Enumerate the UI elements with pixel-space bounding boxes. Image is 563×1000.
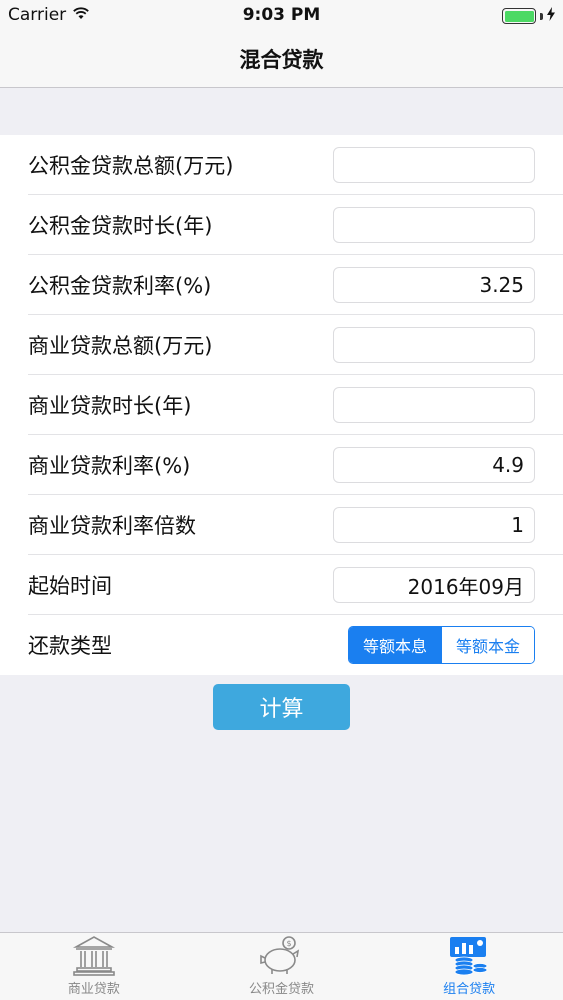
commercial-amount-label: 商业贷款总额(万元) xyxy=(28,334,213,358)
form-row-fund-amount: 公积金贷款总额(万元) xyxy=(0,135,563,195)
coins-chart-icon xyxy=(445,933,493,977)
fund-amount-input[interactable] xyxy=(333,147,535,183)
tab-label-provident-fund-loan: 公积金贷款 xyxy=(249,982,315,997)
tab-provident-fund-loan[interactable]: $ 公积金贷款 xyxy=(188,933,376,1000)
piggy-bank-icon: $ xyxy=(258,933,306,977)
commercial-duration-input[interactable] xyxy=(333,387,535,423)
rate-multiplier-label: 商业贷款利率倍数 xyxy=(28,514,196,538)
battery-icon xyxy=(502,8,536,24)
nav-bar: 混合贷款 xyxy=(0,30,563,88)
fund-rate-label: 公积金贷款利率(%) xyxy=(28,274,212,298)
status-right xyxy=(502,6,555,26)
loan-form: 公积金贷款总额(万元) 公积金贷款时长(年) 公积金贷款利率(%) 商业贷款总额… xyxy=(0,135,563,675)
segment-equal-principal[interactable]: 等额本金 xyxy=(441,627,534,663)
repayment-type-segmented-control: 等额本息 等额本金 xyxy=(348,626,535,664)
start-date-input[interactable] xyxy=(333,567,535,603)
form-row-repayment-type: 还款类型 等额本息 等额本金 xyxy=(0,615,563,675)
status-time: 9:03 PM xyxy=(242,5,321,25)
rate-multiplier-input[interactable] xyxy=(333,507,535,543)
tab-label-commercial-loan: 商业贷款 xyxy=(67,982,120,997)
commercial-rate-label: 商业贷款利率(%) xyxy=(28,454,191,478)
tab-commercial-loan[interactable]: 商业贷款 xyxy=(0,933,188,1000)
charging-icon xyxy=(547,6,555,26)
svg-text:$: $ xyxy=(286,939,291,948)
segment-equal-installment[interactable]: 等额本息 xyxy=(349,627,441,663)
fund-duration-input[interactable] xyxy=(333,207,535,243)
start-date-label: 起始时间 xyxy=(28,574,112,598)
battery-tip xyxy=(540,12,543,20)
page-title: 混合贷款 xyxy=(239,47,324,72)
form-row-fund-rate: 公积金贷款利率(%) xyxy=(0,255,563,315)
tab-label-combined-loan: 组合贷款 xyxy=(443,982,496,997)
bank-icon xyxy=(70,933,118,977)
form-row-commercial-duration: 商业贷款时长(年) xyxy=(0,375,563,435)
calculate-button[interactable]: 计算 xyxy=(213,684,350,730)
commercial-duration-label: 商业贷款时长(年) xyxy=(28,394,192,418)
repayment-type-label: 还款类型 xyxy=(28,634,112,658)
fund-rate-input[interactable] xyxy=(333,267,535,303)
status-bar: Carrier 9:03 PM xyxy=(0,0,563,30)
commercial-rate-input[interactable] xyxy=(333,447,535,483)
form-row-fund-duration: 公积金贷款时长(年) xyxy=(0,195,563,255)
form-row-commercial-amount: 商业贷款总额(万元) xyxy=(0,315,563,375)
form-row-commercial-rate: 商业贷款利率(%) xyxy=(0,435,563,495)
fund-duration-label: 公积金贷款时长(年) xyxy=(28,214,213,238)
form-row-start-date: 起始时间 xyxy=(0,555,563,615)
tab-combined-loan[interactable]: 组合贷款 xyxy=(375,933,563,1000)
form-row-rate-multiplier: 商业贷款利率倍数 xyxy=(0,495,563,555)
tab-bar: 商业贷款 $ 公积金贷款 组合贷款 xyxy=(0,932,563,1000)
fund-amount-label: 公积金贷款总额(万元) xyxy=(28,154,234,178)
commercial-amount-input[interactable] xyxy=(333,327,535,363)
